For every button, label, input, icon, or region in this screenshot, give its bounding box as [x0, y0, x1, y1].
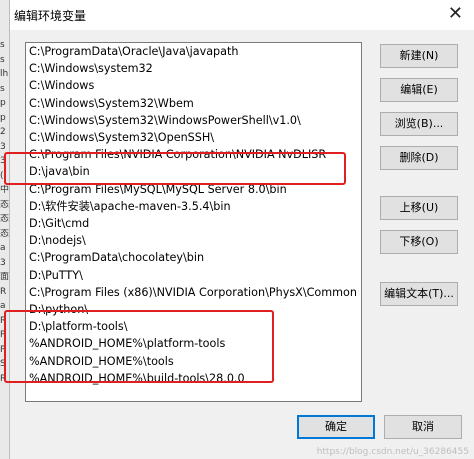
strip-char: 态 — [0, 214, 9, 224]
new-button[interactable]: 新建(N) — [380, 44, 458, 68]
watermark-text: https://blog.csdn.net/u_36286455 — [316, 447, 469, 457]
path-list-item[interactable]: C:\Windows — [29, 78, 359, 94]
path-list-item[interactable]: C:\Windows\System32\Wbem — [29, 96, 359, 112]
strip-char: P — [0, 330, 6, 340]
strip-char: a — [0, 243, 6, 253]
path-list-item[interactable]: C:\Program Files\MySQL\MySQL Server 8.0\… — [29, 182, 359, 198]
strip-char: ( — [0, 170, 4, 181]
strip-char: s — [0, 54, 5, 65]
edit-button[interactable]: 编辑(E) — [380, 78, 458, 102]
path-list-item[interactable]: D:\软件安装\apache-maven-3.5.4\bin — [29, 199, 359, 215]
path-list-item[interactable]: D:\python\ — [29, 302, 359, 318]
strip-char: 3 — [0, 156, 6, 166]
path-list-item[interactable]: C:\Program Files (x86)\NVIDIA Corporatio… — [29, 285, 359, 301]
dialog-body: C:\ProgramData\Oracle\Java\javapath C:\Wi… — [4, 30, 474, 459]
path-list-item[interactable]: C:\ProgramData\chocolatey\bin — [29, 250, 359, 266]
strip-char: R — [0, 286, 7, 297]
strip-char: a — [0, 301, 6, 311]
path-list-item[interactable]: D:\Git\cmd — [29, 216, 359, 232]
move-up-button[interactable]: 上移(U) — [380, 196, 458, 220]
edit-environment-variable-dialog: 编辑环境变量 ✕ C:\ProgramData\Oracle\Java\java… — [4, 0, 474, 459]
close-icon[interactable]: ✕ — [448, 4, 463, 24]
cancel-button[interactable]: 取消 — [384, 415, 462, 439]
path-list-item[interactable]: %ANDROID_HOME%\tools — [29, 354, 359, 370]
path-list-item[interactable]: D:\platform-tools\ — [29, 319, 359, 335]
browse-button[interactable]: 浏览(B)... — [380, 112, 458, 136]
delete-button[interactable]: 删除(D) — [380, 146, 458, 170]
strip-char: 中 — [0, 185, 9, 195]
strip-char: 态 — [0, 228, 9, 239]
strip-char: lh — [0, 69, 9, 79]
strip-char: 3 — [0, 141, 6, 152]
ok-button[interactable]: 确定 — [297, 415, 375, 439]
path-list-item[interactable]: C:\Program Files\NVIDIA Corporation\NVID… — [29, 147, 359, 163]
strip-char: 态 — [0, 199, 9, 210]
strip-char: p — [0, 98, 6, 108]
edit-text-button[interactable]: 编辑文本(T)... — [380, 282, 458, 306]
path-list-item[interactable]: %ANDROID_HOME%\build-tools\28.0.0 — [29, 371, 359, 387]
move-down-button[interactable]: 下移(O) — [380, 230, 458, 254]
strip-char: 3 — [0, 257, 6, 268]
path-list-item[interactable]: D:\nodejs\ — [29, 233, 359, 249]
strip-char: s — [0, 83, 5, 94]
strip-char: 面 — [0, 272, 9, 282]
path-list-item[interactable]: D:\java\bin — [29, 164, 359, 180]
title-bar: 编辑环境变量 ✕ — [10, 0, 474, 30]
strip-char: s — [0, 40, 5, 50]
strip-char: S — [0, 359, 6, 369]
strip-char: R — [0, 315, 7, 326]
strip-char: 2 — [0, 127, 6, 137]
path-list-item[interactable]: C:\Windows\System32\OpenSSH\ — [29, 130, 359, 146]
path-list-item[interactable]: D:\PuTTY\ — [29, 268, 359, 284]
strip-char: R — [0, 373, 7, 384]
path-list-item[interactable]: C:\Windows\system32 — [29, 61, 359, 77]
path-listbox[interactable]: C:\ProgramData\Oracle\Java\javapath C:\Wi… — [25, 42, 362, 402]
path-list-item[interactable]: C:\Windows\System32\WindowsPowerShell\v1… — [29, 113, 359, 129]
strip-char: p — [0, 112, 6, 123]
path-list-item[interactable]: %ANDROID_HOME%\platform-tools — [29, 336, 359, 352]
window-title: 编辑环境变量 — [14, 9, 87, 23]
path-list-item[interactable]: C:\ProgramData\Oracle\Java\javapath — [29, 44, 359, 60]
strip-char: P — [0, 344, 6, 355]
